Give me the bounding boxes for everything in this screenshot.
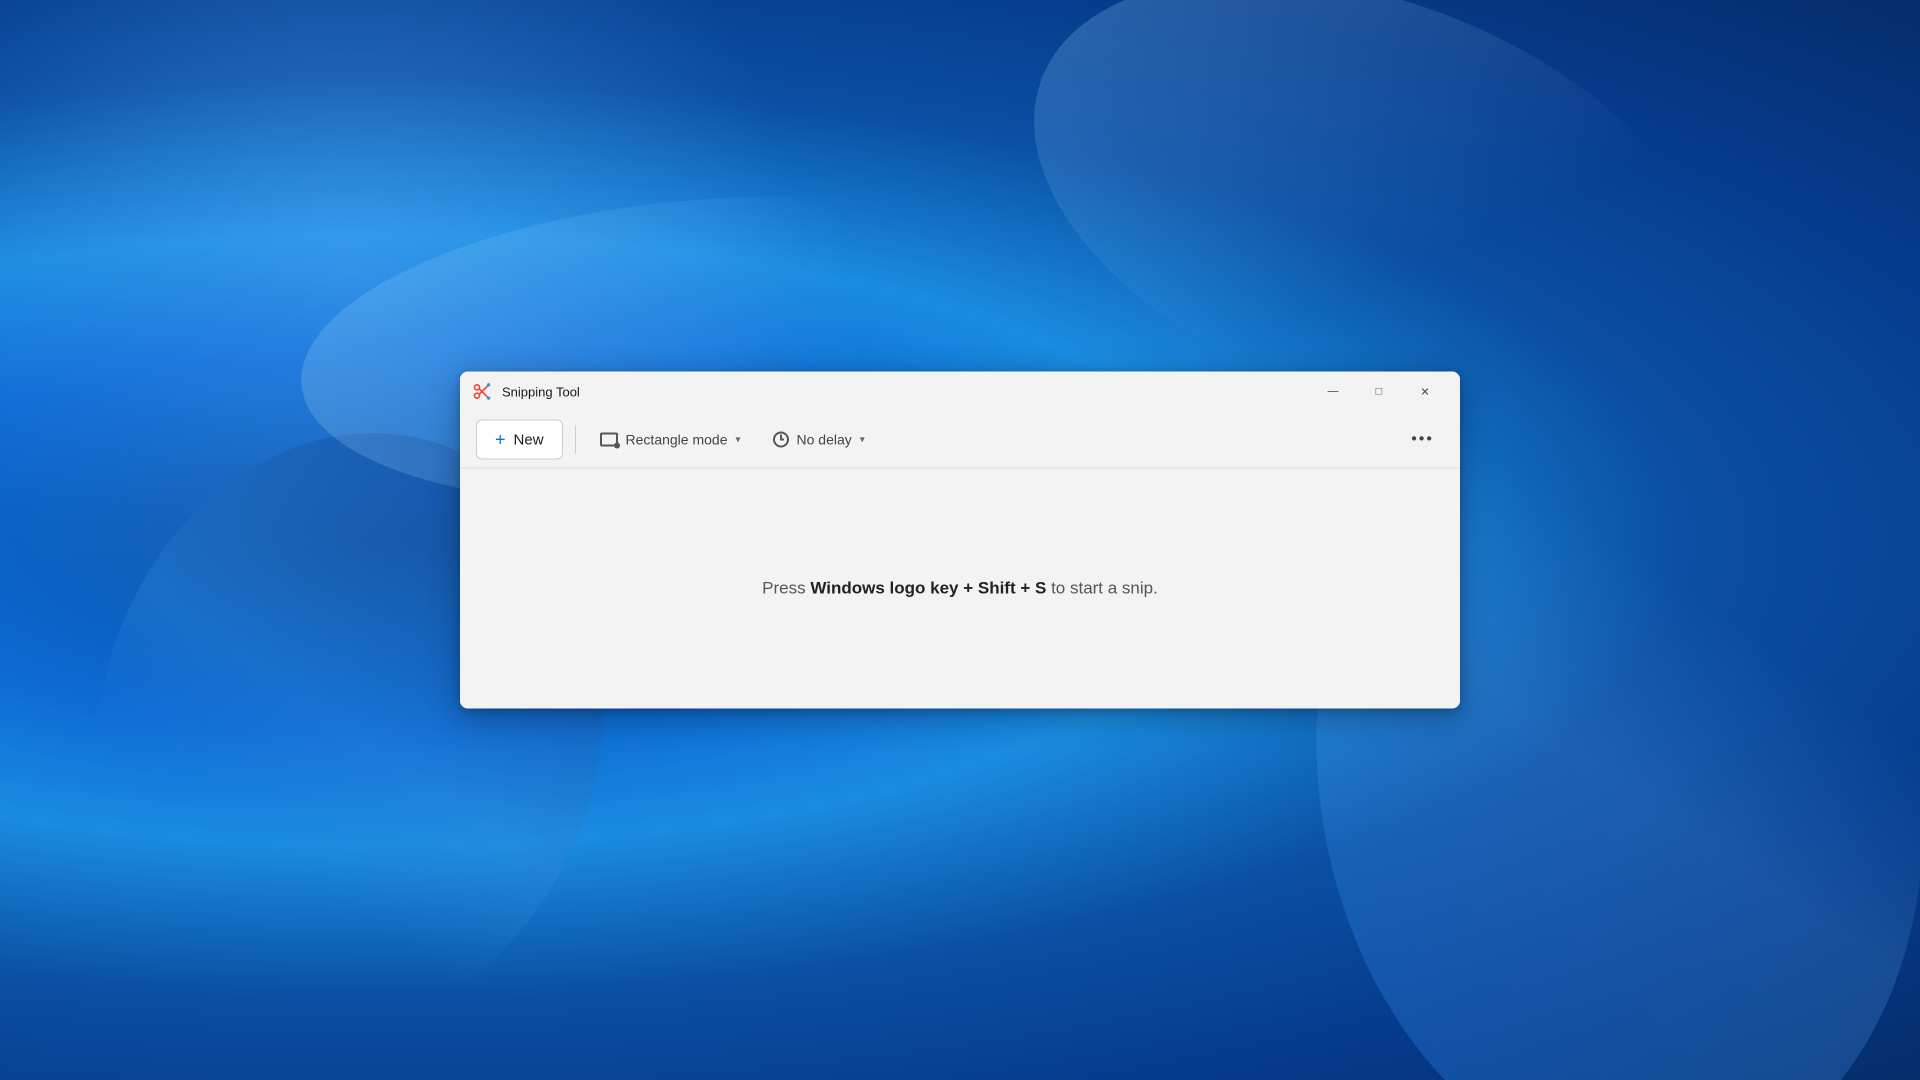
rectangle-mode-button[interactable]: Rectangle mode ▾ (588, 420, 753, 460)
more-options-button[interactable]: ••• (1401, 420, 1444, 460)
snipping-tool-window: Snipping Tool — □ ✕ + New Rectangle mode… (460, 372, 1460, 709)
toolbar: + New Rectangle mode ▾ No delay ▾ ••• (460, 412, 1460, 469)
more-options-label: ••• (1411, 431, 1434, 449)
minimize-button[interactable]: — (1310, 376, 1356, 408)
delay-button[interactable]: No delay ▾ (761, 420, 877, 460)
close-button[interactable]: ✕ (1402, 376, 1448, 408)
toolbar-separator (575, 426, 576, 454)
content-area: Press Windows logo key + Shift + S to st… (460, 469, 1460, 709)
maximize-button[interactable]: □ (1356, 376, 1402, 408)
clock-icon (773, 432, 789, 448)
new-button[interactable]: + New (476, 420, 563, 460)
delay-chevron-icon: ▾ (860, 434, 865, 445)
window-controls: — □ ✕ (1310, 376, 1448, 408)
delay-label: No delay (797, 432, 852, 448)
scissors-icon (472, 382, 492, 402)
title-bar: Snipping Tool — □ ✕ (460, 372, 1460, 412)
hint-text: Press Windows logo key + Shift + S to st… (762, 579, 1158, 599)
rectangle-mode-icon (600, 433, 618, 447)
hint-suffix: to start a snip. (1046, 579, 1158, 598)
title-bar-left: Snipping Tool (472, 382, 580, 402)
rectangle-mode-label: Rectangle mode (626, 432, 728, 448)
window-title: Snipping Tool (502, 384, 580, 399)
chevron-down-icon: ▾ (735, 434, 740, 445)
hint-prefix: Press (762, 579, 810, 598)
plus-icon: + (495, 431, 506, 449)
new-button-label: New (514, 431, 544, 448)
hint-keys: Windows logo key + Shift + S (810, 579, 1046, 598)
